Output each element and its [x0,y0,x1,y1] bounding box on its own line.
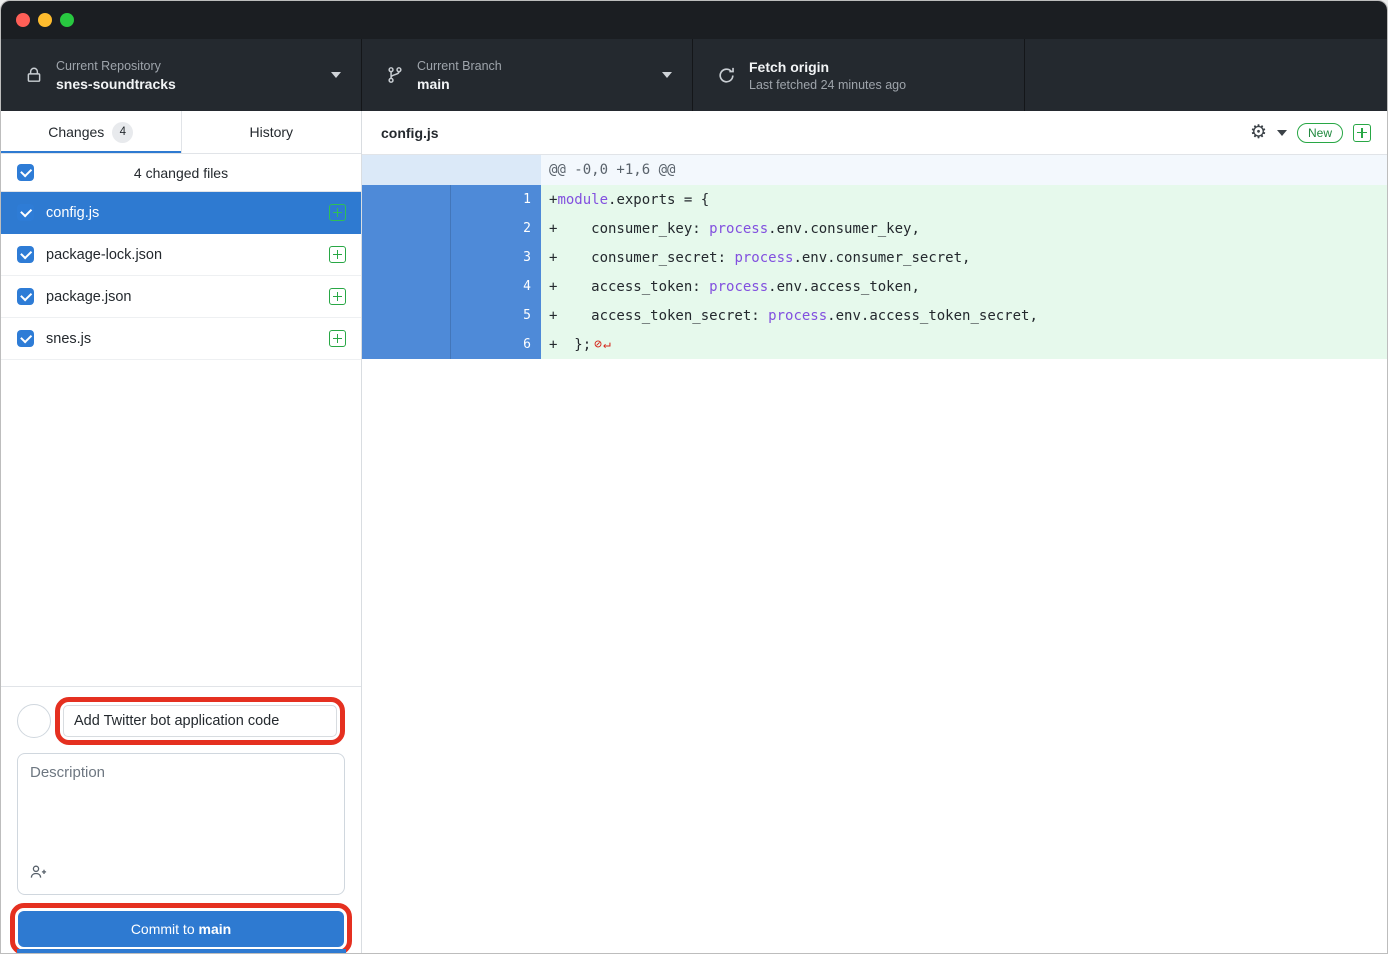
diff-gutter-new[interactable]: 5 [451,301,541,330]
diff-line-5[interactable]: 5 + access_token_secret: process.env.acc… [362,301,1387,330]
chevron-down-icon [662,72,672,78]
branch-name: main [417,76,502,92]
tab-changes-label: Changes [48,124,104,140]
annotation-highlight: Commit to main [10,903,352,954]
diff-gutter-old[interactable] [362,214,451,243]
diff-gutter-old[interactable] [362,301,451,330]
tab-history-label: History [249,124,293,140]
file-name: package.json [46,289,317,305]
sidebar-tabs: Changes 4 History [1,111,361,154]
new-badge[interactable]: New [1297,123,1343,143]
diff-gutter-old[interactable] [362,243,451,272]
sync-icon [717,66,736,85]
chevron-down-icon[interactable] [1277,130,1287,136]
status-added-icon [329,288,346,305]
diff-code-line: + access_token_secret: process.env.acces… [541,301,1387,330]
diff-gutter-old[interactable] [362,185,451,214]
fetch-label: Fetch origin [749,59,906,75]
tab-history[interactable]: History [181,111,362,153]
file-row-snes-js[interactable]: snes.js [1,318,361,360]
diff-gutter-new[interactable]: 2 [451,214,541,243]
commit-description-input[interactable] [18,754,344,894]
file-row-config-js[interactable]: config.js [1,192,361,234]
titlebar[interactable] [1,1,1387,39]
file-name: snes.js [46,331,317,347]
status-added-icon [329,246,346,263]
current-branch-dropdown[interactable]: Current Branch main [362,39,693,111]
diff-code-line: +module.exports = { [541,185,1387,214]
add-square-icon[interactable] [1353,124,1371,142]
changes-count-badge: 4 [112,122,133,143]
diff-panel: config.js ⚙ New @@ -0,0 +1,6 @@ 1 +modul… [362,111,1387,954]
hunk-gutter [362,155,541,185]
annotation-highlight [55,697,345,745]
diff-gutter-new[interactable]: 1 [451,185,541,214]
file-row-package-lock-json[interactable]: package-lock.json [1,234,361,276]
diff-line-6[interactable]: 6 + };⊘↵ [362,330,1387,359]
file-checkbox[interactable] [17,246,34,263]
minimize-button[interactable] [38,13,52,27]
branch-icon [386,66,404,84]
toolbar-spacer [1025,39,1387,111]
commit-summary-input[interactable] [63,705,337,737]
gear-icon[interactable]: ⚙ [1250,123,1267,142]
no-newline-icon: ⊘↵ [594,337,612,352]
avatar [17,704,51,738]
hunk-header-text: @@ -0,0 +1,6 @@ [541,155,1387,185]
hunk-header-row: @@ -0,0 +1,6 @@ [362,155,1387,185]
diff-gutter-new[interactable]: 4 [451,272,541,301]
diff-gutter-old[interactable] [362,330,451,359]
diff-header: config.js ⚙ New [362,111,1387,155]
file-row-package-json[interactable]: package.json [1,276,361,318]
file-checkbox[interactable] [17,204,34,221]
zoom-button[interactable] [60,13,74,27]
diff-gutter-new[interactable]: 3 [451,243,541,272]
status-added-icon [329,204,346,221]
diff-view: @@ -0,0 +1,6 @@ 1 +module.exports = { 2 … [362,155,1387,954]
fetch-origin-button[interactable]: Fetch origin Last fetched 24 minutes ago [693,39,1025,111]
commit-description-box [17,753,345,895]
diff-line-1[interactable]: 1 +module.exports = { [362,185,1387,214]
add-coauthor-icon[interactable] [29,864,48,885]
sidebar: Changes 4 History 4 changed files config… [1,111,362,954]
diff-code-line: + consumer_secret: process.env.consumer_… [541,243,1387,272]
app-window: Current Repository snes-soundtracks Curr… [0,0,1388,954]
repository-label: Current Repository [56,59,176,73]
diff-code-line: + access_token: process.env.access_token… [541,272,1387,301]
diff-gutter-new[interactable]: 6 [451,330,541,359]
repository-name: snes-soundtracks [56,76,176,92]
file-checkbox[interactable] [17,330,34,347]
bottom-blue-strip [17,949,346,954]
repo-lock-icon [25,66,43,84]
file-checkbox[interactable] [17,288,34,305]
changed-files-header: 4 changed files [1,154,361,192]
chevron-down-icon [331,72,341,78]
changed-files-count: 4 changed files [1,165,361,181]
toolbar: Current Repository snes-soundtracks Curr… [1,39,1387,111]
diff-file-title: config.js [381,125,439,141]
commit-button[interactable]: Commit to main [18,911,344,947]
current-repository-dropdown[interactable]: Current Repository snes-soundtracks [1,39,362,111]
status-added-icon [329,330,346,347]
file-name: config.js [46,205,317,221]
diff-code-line: + };⊘↵ [541,330,1387,359]
tab-changes[interactable]: Changes 4 [1,111,181,153]
diff-gutter-old[interactable] [362,272,451,301]
diff-code-line: + consumer_key: process.env.consumer_key… [541,214,1387,243]
diff-line-3[interactable]: 3 + consumer_secret: process.env.consume… [362,243,1387,272]
fetch-status: Last fetched 24 minutes ago [749,78,906,92]
branch-label: Current Branch [417,59,502,73]
close-button[interactable] [16,13,30,27]
diff-line-2[interactable]: 2 + consumer_key: process.env.consumer_k… [362,214,1387,243]
diff-line-4[interactable]: 4 + access_token: process.env.access_tok… [362,272,1387,301]
commit-area: Commit to main [1,686,361,954]
file-name: package-lock.json [46,247,317,263]
